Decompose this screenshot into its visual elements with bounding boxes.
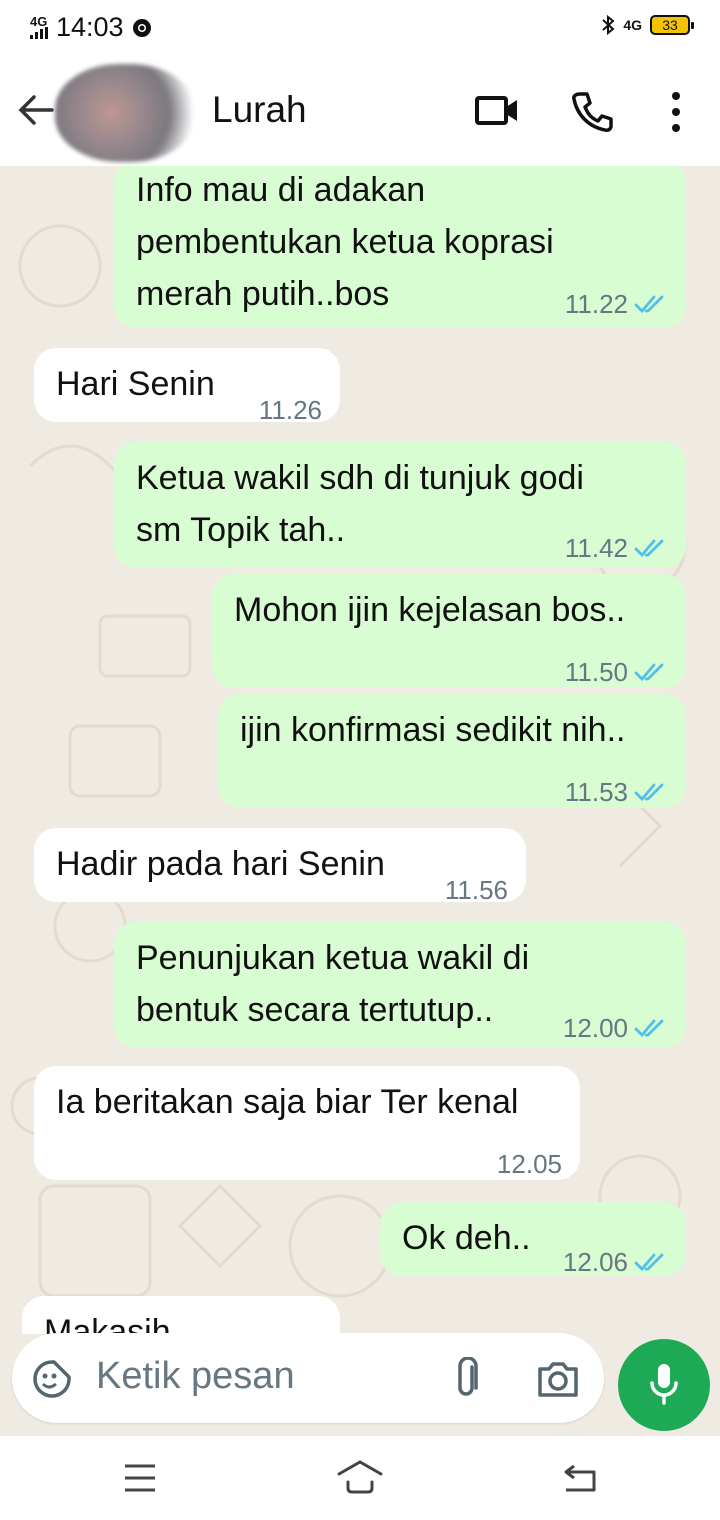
message-text: Makasih <box>44 1313 171 1334</box>
message-text: Ia beritakan saja biar Ter kenal <box>56 1083 519 1121</box>
message-meta: 11.42 <box>565 522 668 574</box>
message-text: Hari Senin <box>56 365 215 403</box>
back-arrow-icon[interactable] <box>16 90 56 130</box>
message-meta: 12.06 <box>563 1236 668 1288</box>
signal-icon: 4G <box>30 14 48 39</box>
double-check-icon <box>634 539 664 558</box>
status-left: 4G 14:03 <box>30 12 152 43</box>
bluetooth-icon <box>602 14 615 36</box>
emoji-sticker-icon[interactable] <box>32 1359 72 1399</box>
home-icon[interactable] <box>336 1458 384 1498</box>
message-input[interactable]: Ketik pesan <box>96 1355 295 1398</box>
message-text: Info mau di adakan pembentukan ketua kop… <box>136 171 554 313</box>
message-text: Penunjukan ketua wakil di bentuk secara … <box>136 939 530 1029</box>
chat-header: Lurah <box>0 56 720 166</box>
message-time: 11.22 <box>564 289 628 319</box>
avatar[interactable] <box>55 64 195 162</box>
incoming-message[interactable]: Ia beritakan saja biar Ter kenal 12.05 <box>34 1066 580 1180</box>
message-time: 12.00 <box>562 1013 628 1043</box>
message-text: ijin konfirmasi sedikit nih.. <box>240 711 626 749</box>
camera-icon[interactable] <box>536 1359 580 1399</box>
system-nav-bar <box>0 1436 720 1520</box>
chrome-icon <box>132 18 151 37</box>
outgoing-message[interactable]: Penunjukan ketua wakil di bentuk secara … <box>114 922 686 1048</box>
message-time: 12.05 <box>496 1149 562 1179</box>
outgoing-message[interactable]: Info mau di adakan pembentukan ketua kop… <box>114 166 686 328</box>
outgoing-message[interactable]: Ok deh.. 12.06 <box>380 1202 686 1277</box>
message-text: Mohon ijin kejelasan bos.. <box>234 591 626 629</box>
double-check-icon <box>634 783 664 802</box>
more-vert-icon[interactable] <box>664 90 688 134</box>
message-text: Ketua wakil sdh di tunjuk godi sm Topik … <box>136 459 584 549</box>
double-check-icon <box>634 1019 664 1038</box>
outgoing-message[interactable]: ijin konfirmasi sedikit nih.. 11.53 <box>218 694 686 808</box>
message-meta: 11.50 <box>565 646 668 698</box>
double-check-icon <box>634 663 664 682</box>
battery-level: 33 <box>662 17 678 33</box>
mic-icon <box>650 1364 678 1405</box>
contact-name[interactable]: Lurah <box>212 89 307 131</box>
message-meta: 12.00 <box>563 1002 668 1054</box>
status-right: 4G 33 <box>601 14 694 36</box>
message-input-bar: Ketik pesan <box>12 1333 604 1423</box>
incoming-message[interactable]: Makasih <box>22 1296 340 1334</box>
voice-record-button[interactable] <box>618 1339 710 1431</box>
double-check-icon <box>634 295 664 314</box>
double-check-icon <box>634 1253 664 1272</box>
message-meta: 11.53 <box>565 766 668 818</box>
message-time: 11.42 <box>564 533 628 563</box>
clock: 14:03 <box>56 12 124 42</box>
menu-icon[interactable] <box>122 1458 158 1498</box>
network-type-right: 4G <box>623 17 642 33</box>
incoming-message[interactable]: Hadir pada hari Senin 11.56 <box>34 828 526 905</box>
incoming-message[interactable]: Hari Senin 11.26 <box>34 348 340 425</box>
message-meta: 11.22 <box>565 278 668 330</box>
message-text: Ok deh.. <box>402 1219 531 1257</box>
voice-call-icon[interactable] <box>570 90 614 134</box>
message-list[interactable]: Info mau di adakan pembentukan ketua kop… <box>0 166 720 1334</box>
message-time: 12.06 <box>562 1247 628 1277</box>
back-icon[interactable] <box>560 1458 600 1498</box>
message-time: 11.26 <box>258 395 322 425</box>
outgoing-message[interactable]: Ketua wakil sdh di tunjuk godi sm Topik … <box>114 442 686 568</box>
battery-icon: 33 <box>650 15 694 35</box>
status-bar: 4G 14:03 4G 33 <box>0 0 720 56</box>
message-time: 11.50 <box>564 657 628 687</box>
message-time: 11.56 <box>444 875 508 905</box>
message-time: 11.53 <box>564 777 628 807</box>
outgoing-message[interactable]: Mohon ijin kejelasan bos.. 11.50 <box>212 574 686 688</box>
video-call-icon[interactable] <box>474 90 520 130</box>
network-type: 4G <box>30 14 48 29</box>
attach-icon[interactable] <box>452 1357 482 1401</box>
message-text: Hadir pada hari Senin <box>56 845 385 883</box>
